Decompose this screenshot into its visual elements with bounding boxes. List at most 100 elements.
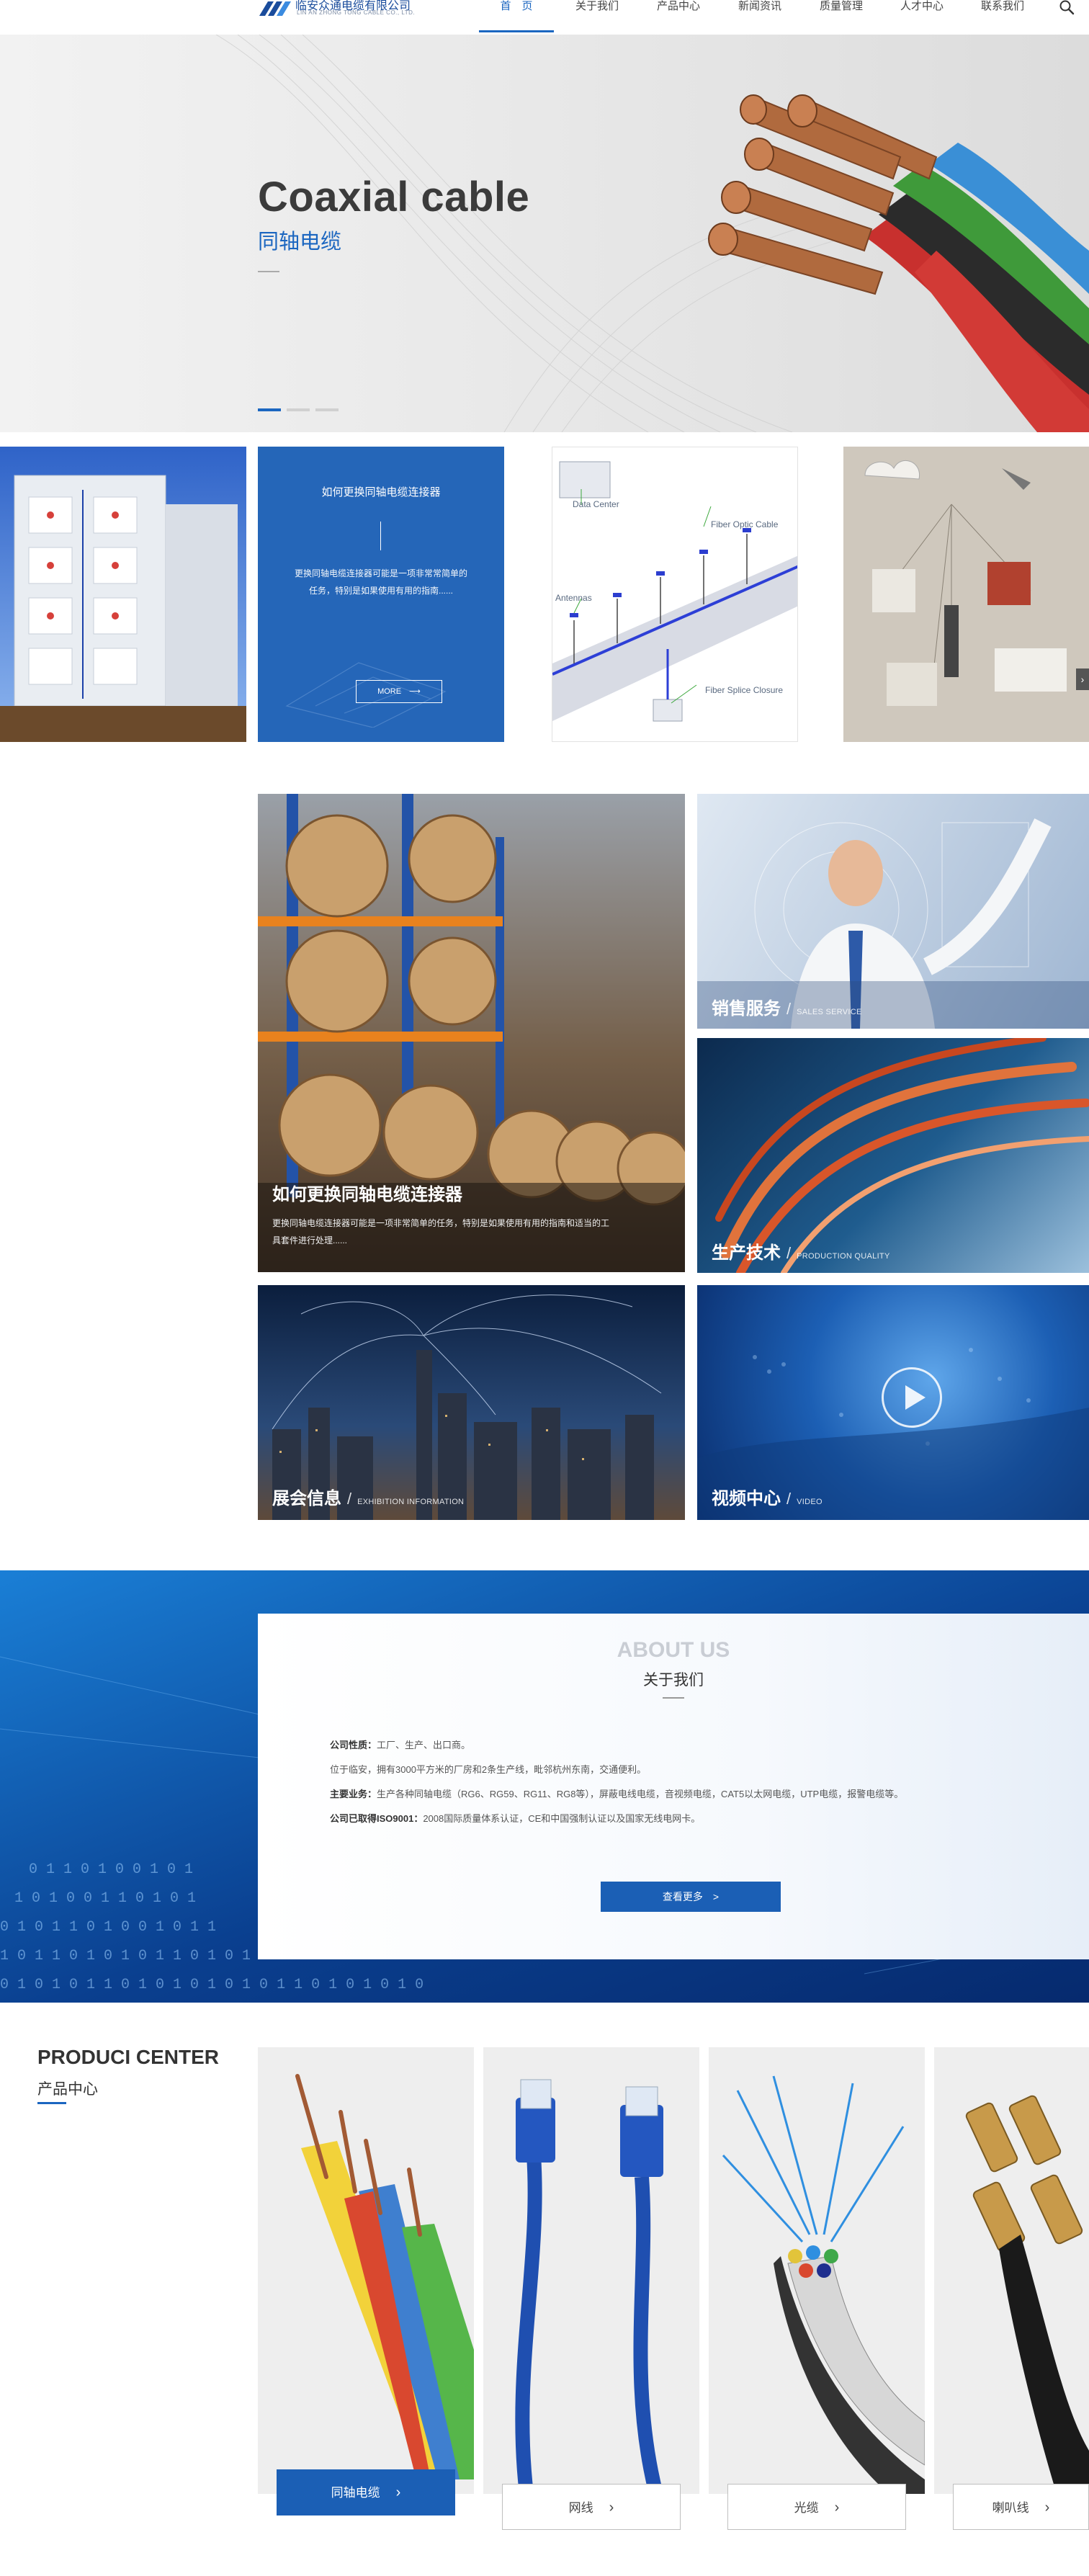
- tile-video[interactable]: 视频中心 / VIDEO: [697, 1285, 1089, 1520]
- about-line-1: 公司性质：工厂、生产、出口商。: [330, 1738, 470, 1751]
- about-line-3-text: 生产各种同轴电缆（RG6、RG59、RG11、RG8等），屏蔽电线电缆，音视频电…: [377, 1789, 904, 1799]
- about-line-3-label: 主要业务：: [330, 1789, 377, 1799]
- hero-wave-lines: [215, 35, 1089, 432]
- card-feature-divider: [380, 522, 381, 550]
- about-line-3: 主要业务：生产各种同轴电缆（RG6、RG59、RG11、RG8等），屏蔽电线电缆…: [330, 1786, 903, 1800]
- card-building-image[interactable]: [0, 447, 246, 742]
- tile-sales-sep: /: [786, 1000, 792, 1018]
- product-button-network[interactable]: 网线 ›: [502, 2484, 681, 2530]
- arrow-right-icon: ⟶: [409, 687, 421, 696]
- svg-text:0 1 0 1 1 0 1 0 0 1 0 1 1: 0 1 0 1 1 0 1 0 0 1 0 1 1: [0, 1919, 216, 1936]
- product-button-network-label: 网线: [568, 2501, 593, 2515]
- tile-sales-title: 销售服务: [712, 999, 781, 1019]
- coaxial-cable-image: [295, 2074, 474, 2479]
- nav-active-underline: [479, 30, 554, 32]
- product-card-network[interactable]: [483, 2047, 699, 2494]
- product-button-fiber[interactable]: 光缆 ›: [727, 2484, 906, 2530]
- svg-text:0 1 1 0 1 0 0 1 0 1: 0 1 1 0 1 0 0 1 0 1: [29, 1861, 193, 1878]
- nav-item-about[interactable]: 关于我们: [573, 0, 622, 33]
- fiber-cable-image: [722, 2075, 925, 2494]
- tile-exhibition-sep: /: [347, 1490, 352, 1508]
- nav-item-news[interactable]: 新闻资讯: [735, 0, 784, 33]
- tile-production-en: PRODUCTION QUALITY: [797, 1252, 890, 1261]
- product-button-coaxial[interactable]: 同轴电缆 ›: [277, 2469, 455, 2515]
- tile-video-title: 视频中心: [712, 1489, 781, 1508]
- tile-production-caption: 生产技术 / PRODUCTION QUALITY: [712, 1238, 890, 1264]
- play-icon[interactable]: [882, 1367, 942, 1428]
- card-fiber-diagram[interactable]: Data Center Fiber Optic Cable Antennas F…: [552, 447, 798, 742]
- view-more-button[interactable]: 查看更多 >: [601, 1882, 781, 1912]
- chevron-right-icon: ›: [1044, 2500, 1050, 2515]
- product-card-speaker[interactable]: [934, 2047, 1089, 2494]
- about-line-2-text: 位于临安，拥有3000平方米的厂房和2条生产线，毗邻杭州东南，交通便利。: [330, 1764, 647, 1775]
- about-divider: [663, 1697, 684, 1699]
- tile-production-title: 生产技术: [712, 1243, 781, 1263]
- tile-warehouse-text: 更换同轴电缆连接器可能是一项非常简单的任务，特别是如果使用有用的指南和适当的工具…: [272, 1218, 610, 1245]
- hero-banner: Coaxial cable 同轴电缆: [0, 35, 1089, 432]
- tile-exhibition-caption: 展会信息 / EXHIBITION INFORMATION: [272, 1484, 464, 1509]
- card-feature-watermark: [285, 662, 447, 728]
- diagram-label-data-center: Data Center: [573, 499, 619, 509]
- product-card-fiber[interactable]: [709, 2047, 925, 2494]
- products-heading-cn: 产品中心: [37, 2081, 98, 2098]
- chevron-right-icon: ›: [609, 2500, 614, 2515]
- tile-production[interactable]: 生产技术 / PRODUCTION QUALITY: [697, 1038, 1089, 1273]
- diagram-label-fiber: Fiber Optic Cable: [711, 519, 779, 529]
- tile-video-en: VIDEO: [797, 1498, 823, 1506]
- chevron-right-icon: ›: [395, 2485, 401, 2500]
- card-feature-title: 如何更换同轴电缆连接器: [321, 486, 441, 498]
- about-heading-cn: 关于我们: [643, 1672, 704, 1689]
- more-button-label: MORE: [377, 687, 402, 696]
- chevron-right-icon: ›: [834, 2500, 840, 2515]
- about-line-2: 位于临安，拥有3000平方米的厂房和2条生产线，毗邻杭州东南，交通便利。: [330, 1762, 646, 1776]
- products-heading-en: PRODUCI CENTER: [37, 2046, 220, 2068]
- product-button-speaker[interactable]: 喇叭线 ›: [953, 2484, 1089, 2530]
- product-card-coaxial[interactable]: [258, 2047, 474, 2494]
- tile-sales[interactable]: 销售服务 / SALES SERVICE: [697, 794, 1089, 1029]
- header: 临安众通电缆有限公司 LIN AN ZHONG TONG CABLE CO., …: [0, 0, 1089, 35]
- svg-text:0 1 0 1 0 1 1 0 1 0 1 0 1 0 1: 0 1 0 1 0 1 1 0 1 0 1 0 1 0 1 0 1 1 0 1 …: [0, 1977, 424, 1993]
- network-cable-image: [515, 2079, 663, 2494]
- tile-sales-en: SALES SERVICE: [797, 1008, 862, 1016]
- tile-warehouse-title: 如何更换同轴电缆连接器: [272, 1185, 462, 1204]
- tile-exhibition[interactable]: 展会信息 / EXHIBITION INFORMATION: [258, 1285, 685, 1520]
- about-heading-en: ABOUT US: [617, 1638, 730, 1662]
- about-line-4-text: 2008国际质量体系认证，CE和中国强制认证以及国家无线电网卡。: [423, 1813, 701, 1824]
- nav-item-quality[interactable]: 质量管理: [817, 0, 866, 33]
- product-button-speaker-label: 喇叭线: [992, 2501, 1029, 2515]
- nav-item-products[interactable]: 产品中心: [654, 0, 703, 33]
- about-line-4: 公司已取得ISO9001：2008国际质量体系认证，CE和中国强制认证以及国家无…: [330, 1811, 700, 1825]
- card-feature-text: 更换同轴电缆连接器可能是一项非常常简单的任务，特别是如果使用有用的指南.....…: [294, 568, 467, 596]
- logo-mark-icon[interactable]: [258, 0, 292, 17]
- tile-exhibition-en: EXHIBITION INFORMATION: [357, 1498, 465, 1506]
- search-icon[interactable]: [1059, 0, 1075, 16]
- about-line-4-label: 公司已取得ISO9001：: [330, 1813, 424, 1824]
- tile-video-caption: 视频中心 / VIDEO: [712, 1484, 823, 1509]
- nav-item-home[interactable]: 首 页: [493, 0, 540, 33]
- nav-item-contact[interactable]: 联系我们: [978, 0, 1027, 33]
- about-panel: ABOUT US 关于我们 公司性质：工厂、生产、出口商。 位于临安，拥有300…: [258, 1614, 1089, 1959]
- card-city-network[interactable]: ›: [843, 447, 1089, 742]
- hero-subtitle: 同轴电缆: [258, 231, 342, 254]
- tile-video-sep: /: [786, 1490, 792, 1508]
- hero-divider: [258, 271, 279, 272]
- card-feature[interactable]: 如何更换同轴电缆连接器 更换同轴电缆连接器可能是一项非常常简单的任务，特别是如果…: [258, 447, 504, 742]
- product-button-coaxial-label: 同轴电缆: [331, 2486, 380, 2500]
- hero-title: Coaxial cable: [258, 174, 530, 220]
- diagram-label-antennas: Antennas: [555, 593, 592, 603]
- more-button[interactable]: MORE ⟶: [356, 680, 442, 703]
- carousel-next-button[interactable]: ›: [1076, 668, 1089, 690]
- products-heading-underline: [37, 2102, 66, 2104]
- page: { "brand": { "name_cn": "临安众通电缆有限公司", "n…: [0, 0, 1089, 2576]
- tile-exhibition-title: 展会信息: [272, 1489, 341, 1508]
- slide-dot-3[interactable]: [315, 408, 339, 411]
- nav-item-talent[interactable]: 人才中心: [897, 0, 946, 33]
- about-line-1-text: 工厂、生产、出口商。: [377, 1740, 471, 1750]
- logo-name-en: LIN AN ZHONG TONG CABLE CO., LTD.: [297, 9, 416, 16]
- speaker-cable-image: [965, 2095, 1089, 2494]
- tile-warehouse[interactable]: 如何更换同轴电缆连接器 更换同轴电缆连接器可能是一项非常简单的任务，特别是如果使…: [258, 794, 685, 1272]
- slide-dot-2[interactable]: [287, 408, 310, 411]
- slide-dot-1[interactable]: [258, 408, 281, 411]
- tile-production-sep: /: [786, 1244, 792, 1262]
- diagram-label-closure: Fiber Splice Closure: [705, 685, 784, 695]
